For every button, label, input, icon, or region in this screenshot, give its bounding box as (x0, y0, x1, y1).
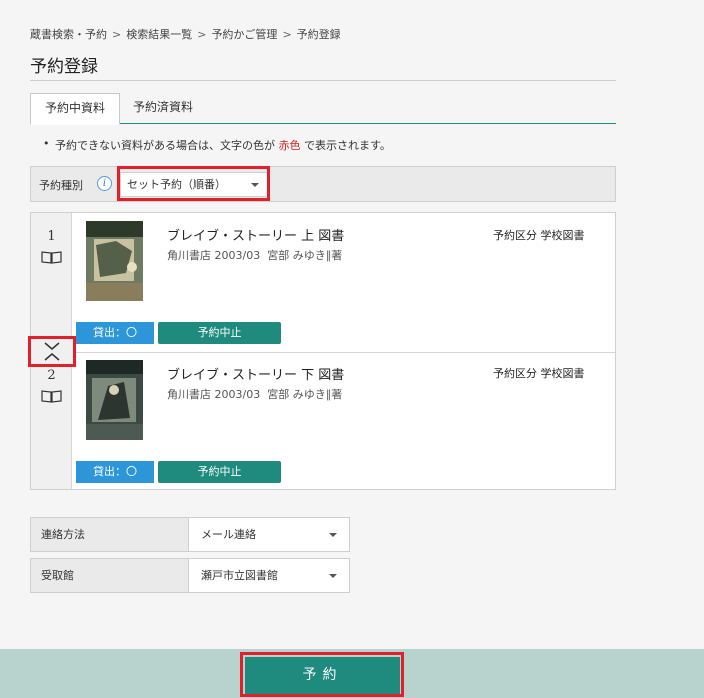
notice-text: • 予約できない資料がある場合は、文字の色が 赤色 で表示されます。 (43, 137, 391, 153)
pickup-library-select[interactable]: 瀬戸市立図書館 (189, 559, 349, 592)
row-divider (72, 352, 616, 353)
item-date: 2003/03 (214, 249, 261, 262)
pickup-library-value: 瀬戸市立図書館 (201, 569, 278, 582)
footer-bar: 予約 (0, 649, 704, 698)
breadcrumb-current: 予約登録 (296, 28, 341, 41)
pickup-library-label: 受取館 (31, 559, 189, 592)
item-number: 1 (47, 229, 56, 244)
title-divider (30, 80, 616, 81)
item-number: 2 (47, 368, 56, 383)
breadcrumb: 蔵書検索・予約 > 検索結果一覧 > 予約かご管理 > 予約登録 (30, 26, 341, 42)
item-publisher: 角川書店 (167, 249, 211, 262)
highlight-submit (240, 652, 404, 697)
tab-reserving[interactable]: 予約中資料 (30, 93, 120, 125)
breadcrumb-link-results[interactable]: 検索結果一覧 (126, 28, 192, 41)
highlight-reservation-type (117, 166, 270, 201)
book-icon (41, 251, 62, 264)
tab-bar: 予約中資料 予約済資料 (30, 93, 616, 125)
book-cover-image (86, 360, 143, 440)
cancel-reservation-button[interactable]: 予約中止 (158, 461, 281, 483)
item-meta: 角川書店 2003/03 宮部 みゆき∥著 (167, 247, 342, 263)
loan-status-badge: 貸出：〇 (76, 322, 154, 344)
pickup-library-row: 受取館 瀬戸市立図書館 (30, 558, 350, 593)
notice-before: 予約できない資料がある場合は、文字の色が (55, 139, 275, 152)
chevron-down-icon[interactable] (44, 342, 60, 350)
item-author: 宮部 みゆき∥著 (267, 249, 343, 262)
notice-red-word: 赤色 (278, 139, 301, 152)
chevron-up-icon[interactable] (44, 353, 60, 361)
item-date: 2003/03 (214, 388, 261, 401)
item-title[interactable]: ブレイブ・ストーリー 上 図書 (167, 225, 344, 244)
item-author: 宮部 みゆき∥著 (267, 388, 343, 401)
contact-method-select[interactable]: メール連絡 (189, 518, 349, 551)
breadcrumb-link-cart[interactable]: 予約かご管理 (211, 28, 277, 41)
page-title: 予約登録 (30, 57, 98, 77)
item-meta: 角川書店 2003/03 宮部 みゆき∥著 (167, 386, 342, 402)
item-publisher: 角川書店 (167, 388, 211, 401)
caret-down-icon (329, 533, 337, 537)
reorder-control (28, 336, 76, 367)
breadcrumb-separator: > (197, 28, 207, 41)
contact-method-label: 連絡方法 (31, 518, 189, 551)
contact-method-row: 連絡方法 メール連絡 (30, 517, 350, 552)
cancel-reservation-button[interactable]: 予約中止 (158, 322, 281, 344)
reservation-item-list: 1 2 ブレイブ・ストーリー 上 図書 角川書店 2003/03 宮部 みゆき∥… (30, 212, 616, 490)
caret-down-icon (329, 574, 337, 578)
item-category: 予約区分 学校図書 (493, 229, 585, 242)
breadcrumb-separator: > (112, 28, 122, 41)
tab-reserved[interactable]: 予約済資料 (120, 93, 206, 124)
notice-bullet: • (43, 137, 50, 150)
notice-after: で表示されます。 (304, 139, 391, 152)
book-cover-image (86, 221, 143, 301)
loan-status-badge: 貸出：〇 (76, 461, 154, 483)
breadcrumb-link-search[interactable]: 蔵書検索・予約 (30, 28, 107, 41)
book-icon (41, 390, 62, 403)
info-icon[interactable]: i (97, 176, 112, 191)
item-category: 予約区分 学校図書 (493, 367, 585, 380)
breadcrumb-separator: > (282, 28, 292, 41)
item-title[interactable]: ブレイブ・ストーリー 下 図書 (167, 364, 344, 383)
contact-method-value: メール連絡 (201, 528, 256, 541)
reservation-type-label: 予約種別 (39, 179, 83, 192)
